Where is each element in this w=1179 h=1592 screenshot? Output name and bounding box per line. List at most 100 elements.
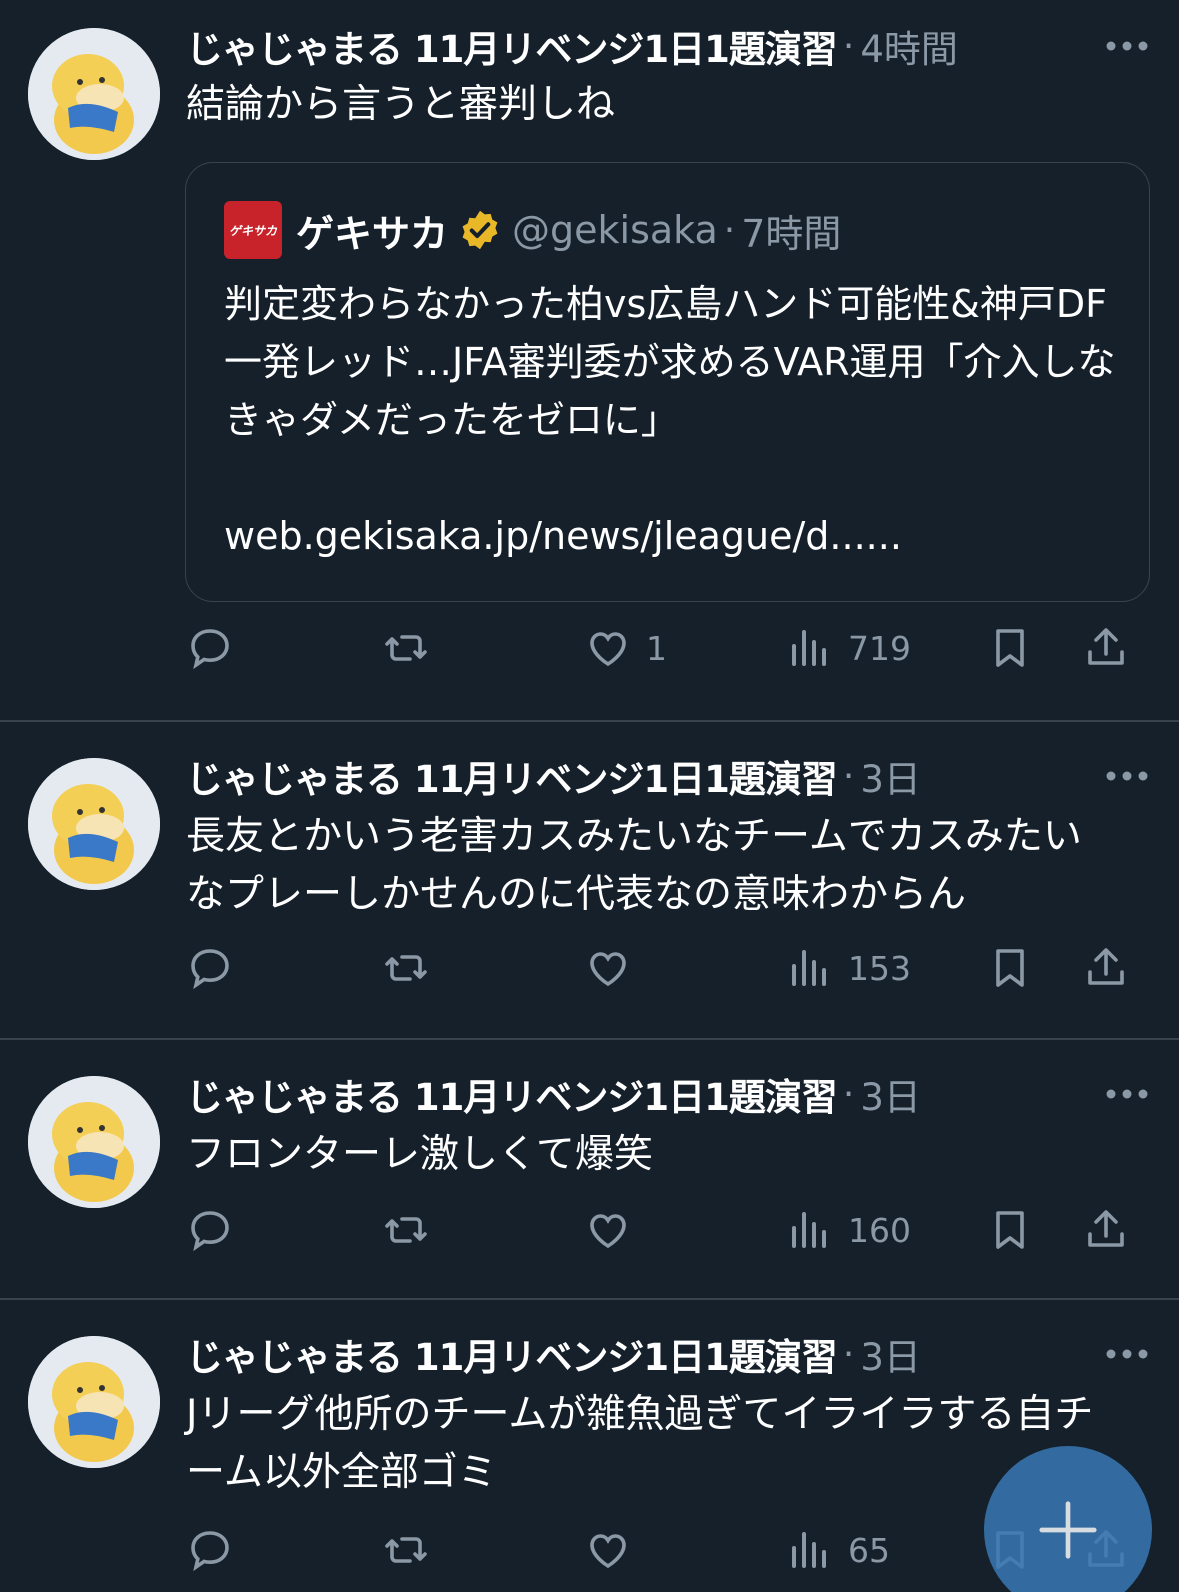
share-icon xyxy=(1088,1210,1124,1247)
heart-icon xyxy=(590,952,626,987)
bookmark-icon xyxy=(996,1211,1024,1249)
views-icon xyxy=(792,1532,826,1568)
views-button[interactable]: 153 xyxy=(786,938,911,998)
duck-avatar-icon xyxy=(28,28,160,160)
timestamp[interactable]: 3日 xyxy=(860,749,921,803)
like-button[interactable]: 1 xyxy=(584,618,667,678)
view-count: 719 xyxy=(848,628,911,668)
views-icon xyxy=(792,1212,826,1248)
bookmark-button[interactable] xyxy=(986,938,1034,998)
separator-dot: · xyxy=(842,25,855,67)
tweet[interactable]: じゃじゃまる 11月リベンジ1日1題演習 · 4時間 結論から言うと審判しね ゲ… xyxy=(0,0,1179,720)
retweet-button[interactable] xyxy=(382,1520,430,1580)
display-name[interactable]: じゃじゃまる 11月リベンジ1日1題演習 xyxy=(186,1327,838,1381)
display-name[interactable]: じゃじゃまる 11月リベンジ1日1題演習 xyxy=(186,1067,838,1121)
timestamp[interactable]: 4時間 xyxy=(860,19,958,73)
action-bar: 153 xyxy=(186,938,1156,998)
reply-icon xyxy=(191,629,229,670)
more-icon[interactable] xyxy=(1103,1074,1151,1114)
plus-icon xyxy=(1039,1501,1097,1559)
reply-button[interactable] xyxy=(186,1520,234,1580)
bookmark-icon xyxy=(996,949,1024,987)
heart-icon xyxy=(590,632,626,667)
share-button[interactable] xyxy=(1082,618,1130,678)
avatar[interactable] xyxy=(28,28,160,160)
views-icon xyxy=(792,630,826,666)
duck-avatar-icon xyxy=(28,1336,160,1468)
separator-dot: · xyxy=(723,209,736,251)
action-bar: 160 xyxy=(186,1200,1156,1260)
separator-dot: · xyxy=(842,1073,855,1115)
tweet[interactable]: じゃじゃまる 11月リベンジ1日1題演習 · 3日 フロンターレ激しくて爆笑 1… xyxy=(0,1048,1179,1298)
duck-avatar-icon xyxy=(28,758,160,890)
heart-icon xyxy=(590,1214,626,1249)
retweet-icon xyxy=(385,1537,427,1563)
reply-icon xyxy=(191,1211,229,1252)
tweet-text: 結論から言うと審判しね xyxy=(186,82,616,127)
heart-icon xyxy=(590,1534,626,1569)
timestamp[interactable]: 3日 xyxy=(860,1067,921,1121)
bookmark-button[interactable] xyxy=(986,618,1034,678)
views-icon xyxy=(792,950,826,986)
tweet-header: じゃじゃまる 11月リベンジ1日1題演習 · 4時間 xyxy=(186,18,1155,74)
quoted-timestamp: 7時間 xyxy=(741,211,842,256)
tweet[interactable]: じゃじゃまる 11月リベンジ1日1題演習 · 3日 長友とかいう老害カスみたいな… xyxy=(0,730,1179,1038)
more-icon[interactable] xyxy=(1103,1334,1151,1374)
tweet-text: Jリーグ他所のチームが雑魚過ぎてイライラする自チーム以外全部ゴミ xyxy=(186,1392,1094,1495)
views-button[interactable]: 65 xyxy=(786,1520,890,1580)
retweet-icon xyxy=(385,635,427,661)
reply-button[interactable] xyxy=(186,618,234,678)
reply-icon xyxy=(191,949,229,990)
share-button[interactable] xyxy=(1082,1200,1130,1260)
bookmark-icon xyxy=(996,629,1024,667)
views-button[interactable]: 719 xyxy=(786,618,911,678)
retweet-icon xyxy=(385,1217,427,1243)
view-count: 65 xyxy=(848,1530,890,1570)
display-name[interactable]: じゃじゃまる 11月リベンジ1日1題演習 xyxy=(186,19,838,73)
retweet-button[interactable] xyxy=(382,1200,430,1260)
tweet-text: 長友とかいう老害カスみたいなチームでカスみたいなプレーしかせんのに代表なの意味わ… xyxy=(186,814,1082,917)
quoted-tweet-text: 判定変わらなかった柏vs広島ハンド可能性&神戸DF一発レッド…JFA審判委が求め… xyxy=(224,282,1116,558)
timestamp[interactable]: 3日 xyxy=(860,1327,921,1381)
more-icon[interactable] xyxy=(1103,26,1151,66)
share-button[interactable] xyxy=(1082,938,1130,998)
tweet-text: フロンターレ激しくて爆笑 xyxy=(186,1132,653,1177)
reply-button[interactable] xyxy=(186,1200,234,1260)
display-name[interactable]: じゃじゃまる 11月リベンジ1日1題演習 xyxy=(186,749,838,803)
verified-badge-icon xyxy=(462,210,498,250)
duck-avatar-icon xyxy=(28,1076,160,1208)
timeline-feed: じゃじゃまる 11月リベンジ1日1題演習 · 4時間 結論から言うと審判しね ゲ… xyxy=(0,0,1179,1592)
gekisaka-logo: ゲキサカ xyxy=(224,201,282,259)
separator-dot: · xyxy=(842,1333,855,1375)
share-icon xyxy=(1088,628,1124,665)
tweet-divider xyxy=(0,720,1179,722)
reply-button[interactable] xyxy=(186,938,234,998)
tweet-header: じゃじゃまる 11月リベンジ1日1題演習 · 3日 xyxy=(186,1066,1155,1122)
action-bar: 1 719 xyxy=(186,618,1156,678)
like-button[interactable] xyxy=(584,1200,646,1260)
retweet-button[interactable] xyxy=(382,618,430,678)
avatar[interactable] xyxy=(28,1336,160,1468)
like-button[interactable] xyxy=(584,1520,646,1580)
quoted-tweet-header: ゲキサカ ゲキサカ @gekisaka · 7時間 xyxy=(224,199,841,261)
tweet-header: じゃじゃまる 11月リベンジ1日1題演習 · 3日 xyxy=(186,748,1155,804)
like-count: 1 xyxy=(646,628,667,668)
avatar[interactable] xyxy=(28,1076,160,1208)
quoted-display-name: ゲキサカ xyxy=(296,211,449,256)
tweet-divider xyxy=(0,1038,1179,1040)
quoted-tweet[interactable]: ゲキサカ ゲキサカ @gekisaka · 7時間 判定変わらなかった柏vs広島… xyxy=(185,162,1150,602)
share-icon xyxy=(1088,948,1124,985)
avatar[interactable] xyxy=(28,758,160,890)
retweet-button[interactable] xyxy=(382,938,430,998)
like-button[interactable] xyxy=(584,938,646,998)
retweet-icon xyxy=(385,955,427,981)
bookmark-button[interactable] xyxy=(986,1200,1034,1260)
tweet-header: じゃじゃまる 11月リベンジ1日1題演習 · 3日 xyxy=(186,1326,1155,1382)
view-count: 153 xyxy=(848,948,911,988)
more-icon[interactable] xyxy=(1103,756,1151,796)
view-count: 160 xyxy=(848,1210,911,1250)
quoted-handle: @gekisaka xyxy=(512,208,718,252)
views-button[interactable]: 160 xyxy=(786,1200,911,1260)
reply-icon xyxy=(191,1531,229,1572)
tweet-divider xyxy=(0,1298,1179,1300)
